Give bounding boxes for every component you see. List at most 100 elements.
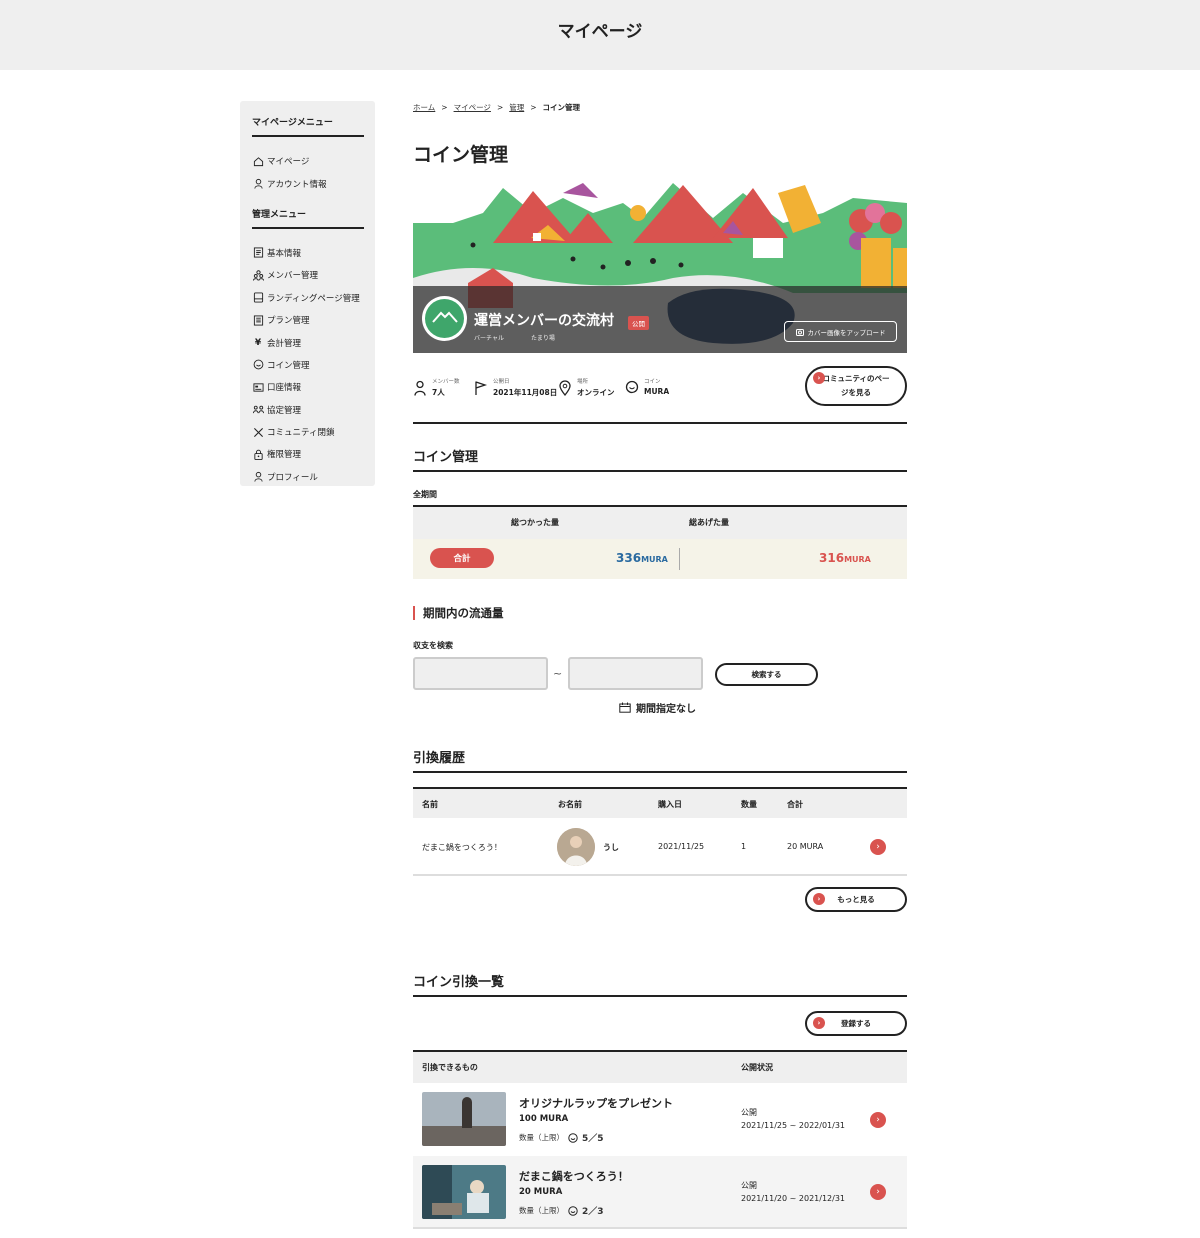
divider	[413, 771, 907, 773]
exchange-table-header: 引換できるもの 公開状況	[413, 1050, 907, 1083]
sidebar-item-label: 基本情報	[267, 248, 302, 259]
col-item: 引換できるもの	[422, 1063, 478, 1072]
item-quantity: 数量（上限） 2／3	[519, 1204, 604, 1217]
sidebar-item-landing-page[interactable]: ランディングページ管理	[252, 287, 364, 309]
sidebar-item-permission[interactable]: 権限管理	[252, 443, 364, 465]
view-community-label-2: ジを見る	[841, 388, 871, 397]
table-row: だまこ鍋をつくろう！ うし 2021/11/25 1 20 MURA ›	[413, 818, 907, 876]
arrow-right-icon[interactable]: ›	[870, 839, 886, 855]
upload-cover-label: カバー画像をアップロード	[807, 328, 886, 337]
search-button[interactable]: 検索する	[715, 663, 818, 686]
sidebar-item-label: アカウント情報	[267, 179, 327, 190]
item-photo	[422, 1165, 506, 1219]
end-date-input[interactable]	[568, 657, 703, 690]
stat-label: コイン	[644, 379, 661, 385]
coin-icon	[568, 1205, 578, 1216]
col-total: 合計	[787, 800, 803, 809]
exchange-row: オリジナルラップをプレゼント 100 MURA 数量（上限） 5／5 公開 20…	[413, 1083, 907, 1156]
col-name: 名前	[422, 800, 438, 809]
stat-value: オンライン	[577, 388, 615, 397]
sidebar-item-members[interactable]: メンバー管理	[252, 264, 364, 286]
profile-icon	[252, 471, 264, 483]
given-total: 316MURA	[819, 551, 871, 565]
stat-label: 場所	[577, 379, 589, 385]
item-quantity-value: 5／5	[582, 1134, 604, 1144]
col-date: 購入日	[658, 800, 682, 809]
used-total-number: 336	[616, 551, 642, 565]
arrow-right-icon[interactable]: ›	[870, 1184, 886, 1200]
sidebar-item-basic-info[interactable]: 基本情報	[252, 242, 364, 264]
sidebar-item-label: 会計管理	[267, 338, 302, 349]
item-period: 2021/11/20 ~ 2021/12/31	[741, 1194, 846, 1203]
given-total-number: 316	[819, 551, 845, 565]
no-period-toggle[interactable]: 期間指定なし	[619, 700, 696, 715]
summary-divider	[679, 548, 680, 570]
main-content: ホーム > マイページ > 管理 > コイン管理 コイン管理 運営メンバーの交流…	[413, 100, 907, 1229]
breadcrumb-separator: >	[441, 102, 448, 112]
search-label: 収支を検索	[413, 641, 453, 650]
period-label: 全期間	[413, 490, 437, 499]
given-total-unit: MURA	[844, 555, 871, 564]
item-title: だまこ鍋をつくろう！	[519, 1170, 629, 1183]
sidebar-item-label: メンバー管理	[267, 271, 319, 282]
top-bar: マイページ	[0, 0, 1200, 70]
user-photo	[557, 828, 595, 866]
sidebar-item-label: プラン管理	[267, 316, 310, 327]
breadcrumb-mypage[interactable]: マイページ	[454, 102, 491, 113]
stat-value: 2021年11月08日	[493, 388, 558, 397]
sidebar-item-plan[interactable]: プラン管理	[252, 309, 364, 331]
sidebar: マイページメニュー マイページ アカウント情報 管理メニュー 基本情報 メンバー…	[240, 101, 375, 486]
page-header-title: マイページ	[557, 22, 643, 42]
sidebar-item-agreement[interactable]: 協定管理	[252, 399, 364, 421]
used-total-unit: MURA	[641, 555, 668, 564]
item-status: 公開 2021/11/25 ~ 2022/01/31	[741, 1106, 845, 1132]
home-icon	[252, 155, 264, 167]
community-logo-mark	[431, 311, 458, 323]
more-button[interactable]: › もっと見る	[805, 887, 907, 912]
summary-header: 総つかった量 総あげた量	[413, 507, 907, 539]
breadcrumb-home[interactable]: ホーム	[413, 102, 435, 113]
yen-icon: ¥	[254, 337, 262, 348]
col-status: 公開状況	[741, 1063, 773, 1072]
sidebar-item-label: マイページ	[267, 157, 310, 168]
sidebar-item-coin[interactable]: コイン管理	[252, 354, 364, 376]
upload-cover-button[interactable]: カバー画像をアップロード	[784, 321, 897, 342]
community-logo	[422, 296, 467, 341]
sidebar-item-profile[interactable]: プロフィール	[252, 466, 364, 488]
sidebar-item-label: 協定管理	[267, 405, 302, 416]
sidebar-item-mypage[interactable]: マイページ	[252, 150, 364, 172]
list-icon	[252, 314, 264, 326]
members-icon	[252, 269, 264, 281]
sidebar-heading-mypage: マイページメニュー	[252, 115, 364, 137]
history-qty: 1	[741, 842, 747, 851]
exchange-row: だまこ鍋をつくろう！ 20 MURA 数量（上限） 2／3 公開 2021/11…	[413, 1156, 907, 1229]
close-icon	[252, 426, 264, 438]
sidebar-item-close-community[interactable]: コミュニティ閉鎖	[252, 421, 364, 443]
start-date-input[interactable]	[413, 657, 548, 690]
history-date: 2021/11/25	[658, 842, 705, 851]
sidebar-item-label: コミュニティ閉鎖	[267, 428, 335, 439]
sidebar-item-bank[interactable]: 口座情報	[252, 376, 364, 398]
page-icon	[252, 292, 264, 304]
sidebar-item-accounting[interactable]: ¥ 会計管理	[252, 331, 364, 353]
col-user: お名前	[558, 800, 582, 809]
breadcrumb-manage[interactable]: 管理	[509, 102, 524, 113]
sidebar-item-account[interactable]: アカウント情報	[252, 172, 364, 194]
breadcrumb-separator: >	[496, 102, 504, 112]
tag-hangout: たまり場	[531, 335, 555, 342]
sidebar-item-label: プロフィール	[267, 472, 318, 483]
item-status-label: 公開	[741, 1181, 757, 1190]
arrow-right-icon[interactable]: ›	[870, 1112, 886, 1128]
avatar	[557, 828, 595, 866]
stat-value: MURA	[644, 387, 670, 396]
divider	[413, 470, 907, 472]
item-photo	[422, 1092, 506, 1146]
view-community-button[interactable]: › コミュニティのペー ジを見る	[805, 366, 907, 406]
community-name: 運営メンバーの交流村	[474, 313, 614, 329]
item-quantity-value: 2／3	[582, 1207, 604, 1217]
flow-section-title: 期間内の流通量	[413, 606, 504, 620]
cover-image: 運営メンバーの交流村 公開 バーチャル たまり場 カバー画像をアップロード	[413, 183, 907, 353]
exchange-list-title: コイン引換一覧	[413, 975, 505, 990]
stat-published: 公開日 2021年11月08日	[474, 377, 557, 398]
register-button[interactable]: › 登録する	[805, 1011, 907, 1036]
